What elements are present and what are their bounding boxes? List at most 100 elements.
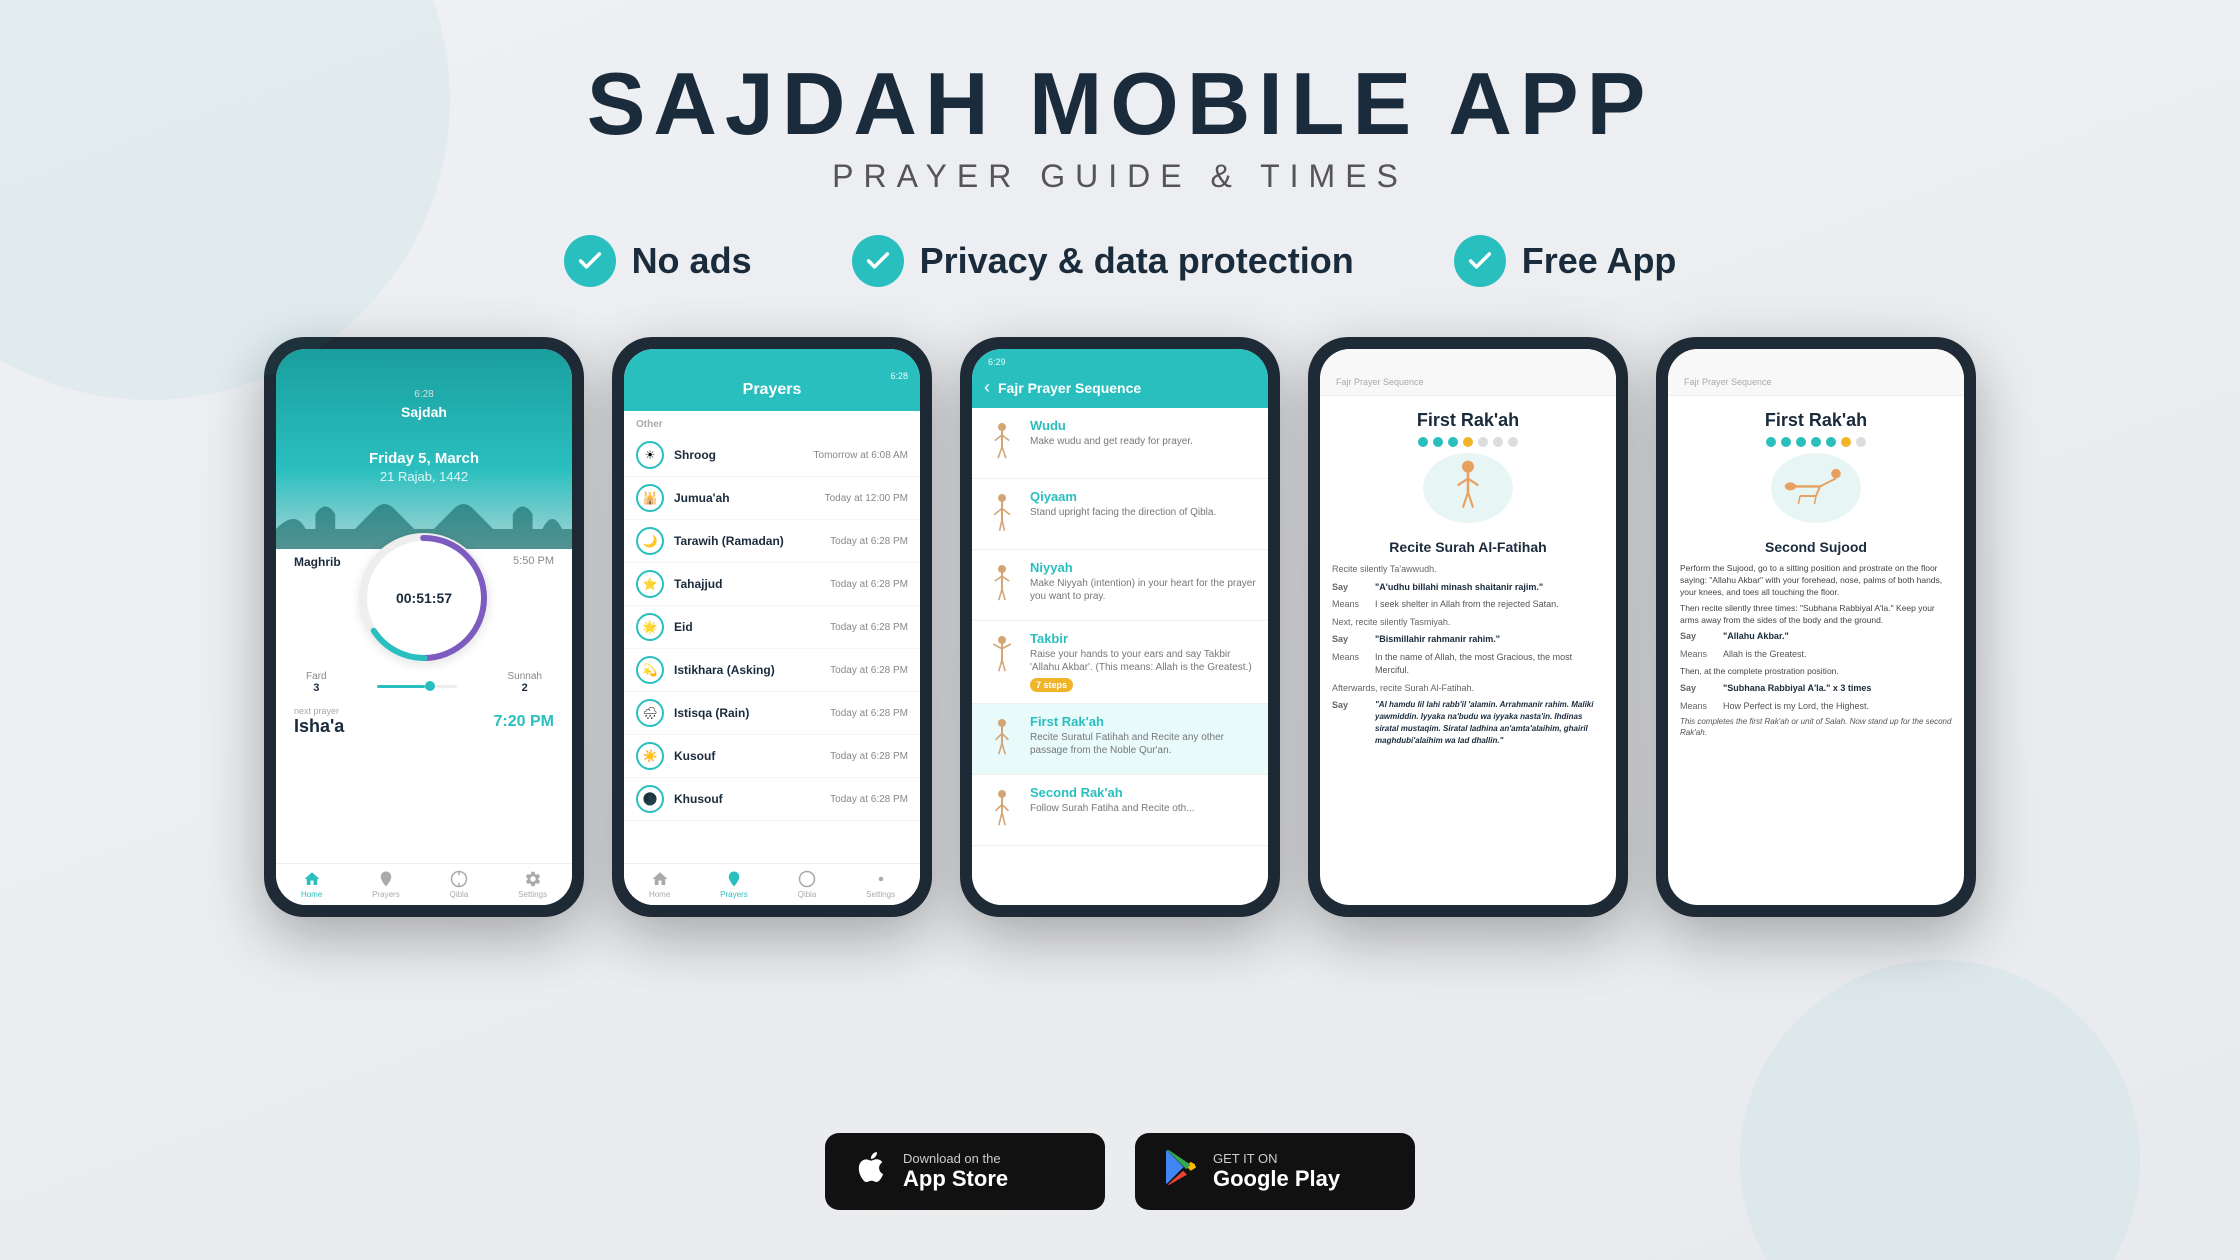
nav2-qibla[interactable]: Qibla [798,870,817,899]
next-prayer-label: next prayer [294,706,344,716]
phone2-header: 6:28 Prayers [624,349,920,411]
say-text-4-2: "Bismillahir rahmanir rahim." [1375,633,1500,647]
phone-4: Fajr Prayer Sequence First Rak'ah [1308,337,1628,917]
seq-item-niyyah[interactable]: Niyyah Make Niyyah (intention) in your h… [972,550,1268,621]
seq-item-takbir[interactable]: Takbir Raise your hands to your ears and… [972,621,1268,704]
seq-desc-first-rakah: Recite Suratul Fatihah and Recite any ot… [1030,731,1256,757]
seq-desc-takbir: Raise your hands to your ears and say Ta… [1030,648,1256,674]
say-label-4-2: Say [1332,633,1367,647]
phone1-status-time: 6:28 [276,389,572,400]
detail-block-4: Recite silently Ta'awwudh. Say "A'udhu b… [1320,563,1616,751]
sequence-list: Wudu Make wudu and get ready for prayer. [972,408,1268,905]
prayer-item-1[interactable]: 🕌 Jumua'ah Today at 12:00 PM [624,477,920,520]
prayer-name-6: Istisqa (Rain) [674,706,820,720]
seq-icon-niyyah [984,560,1020,610]
then2-5: Then, at the complete prostration positi… [1680,665,1952,678]
phone3-status-time: 6:29 [988,357,1006,367]
prayer-time-6: Today at 6:28 PM [830,708,908,719]
prayer-name-7: Kusouf [674,749,820,763]
seq-text-first-rakah: First Rak'ah Recite Suratul Fatihah and … [1030,714,1256,757]
phone3-back-icon[interactable]: ‹ [984,377,990,398]
means-label-5-2: Means [1680,700,1715,714]
phone1-header: 6:28 Sajdah Friday 5, March 21 Rajab, 14… [276,349,572,549]
prayer-item-0[interactable]: ☀ Shroog Tomorrow at 6:08 AM [624,434,920,477]
appstore-text: Download on the App Store [903,1151,1008,1192]
nav-settings-label: Settings [518,890,547,899]
nav2-settings[interactable]: Settings [866,870,895,899]
seq-name-qiyaam: Qiyaam [1030,489,1256,504]
phone3-header: 6:29 ‹ Fajr Prayer Sequence [972,349,1268,408]
phone5-content: Fajr Prayer Sequence First Rak'ah [1668,349,1964,905]
dot-7 [1508,437,1518,447]
feature-privacy: Privacy & data protection [852,235,1354,287]
app-subtitle: PRAYER GUIDE & TIMES [587,158,1654,195]
appstore-small: Download on the [903,1151,1008,1166]
prayer-item-7[interactable]: ☀️ Kusouf Today at 6:28 PM [624,735,920,778]
seq-icon-qiyaam [984,489,1020,539]
dot5-2 [1781,437,1791,447]
phone4-header: Fajr Prayer Sequence [1320,349,1616,396]
means-text-5-2: How Perfect is my Lord, the Highest. [1723,700,1869,714]
seq-text-qiyaam: Qiyaam Stand upright facing the directio… [1030,489,1256,519]
nav2-prayers[interactable]: Prayers [720,870,748,899]
prayer-item-4[interactable]: 🌟 Eid Today at 6:28 PM [624,606,920,649]
phone-1: 6:28 Sajdah Friday 5, March 21 Rajab, 14… [264,337,584,917]
phone1-prayer-label: Maghrib [294,555,341,569]
dot5-1 [1766,437,1776,447]
phone2-content: 6:28 Prayers Other ☀ Shroog Tomorrow at … [624,349,920,905]
apple-icon [853,1149,889,1194]
phone2-title: Prayers [624,381,920,399]
completion-5: This completes the first Rak'ah or unit … [1680,717,1952,738]
say-label-4-3: Say [1332,699,1367,713]
seq-item-first-rakah[interactable]: First Rak'ah Recite Suratul Fatihah and … [972,704,1268,775]
prayer-time-4: Today at 6:28 PM [830,622,908,633]
rakah-title-4: First Rak'ah [1330,410,1606,431]
rakah-figure-5 [1771,453,1861,523]
prayer-item-5[interactable]: 💫 Istikhara (Asking) Today at 6:28 PM [624,649,920,692]
nav-qibla[interactable]: Qibla [450,870,469,899]
seq-item-wudu[interactable]: Wudu Make wudu and get ready for prayer. [972,408,1268,479]
nav-home[interactable]: Home [301,870,322,899]
phone-2: 6:28 Prayers Other ☀ Shroog Tomorrow at … [612,337,932,917]
feature-text-2: Privacy & data protection [920,240,1354,282]
phone-5: Fajr Prayer Sequence First Rak'ah [1656,337,1976,917]
say-text-4-3: "Al hamdu lil lahi rabb'il 'alamin. Arra… [1375,699,1604,747]
seq-item-second-rakah[interactable]: Second Rak'ah Follow Surah Fatiha and Re… [972,775,1268,846]
seq-desc-second-rakah: Follow Surah Fatiha and Recite oth... [1030,802,1256,815]
prayer-name-4: Eid [674,620,820,634]
phone1-prayer-time-display: 5:50 PM [513,555,554,569]
phone5-header: Fajr Prayer Sequence [1668,349,1964,396]
seq-name-wudu: Wudu [1030,418,1256,433]
say-text-5-1: "Allahu Akbar." [1723,630,1789,644]
prayer-time-3: Today at 6:28 PM [830,579,908,590]
seq-name-second-rakah: Second Rak'ah [1030,785,1256,800]
dot5-7 [1856,437,1866,447]
prayer-item-8[interactable]: 🌑 Khusouf Today at 6:28 PM [624,778,920,821]
seq-desc-qiyaam: Stand upright facing the direction of Qi… [1030,506,1256,519]
nav-settings[interactable]: Settings [518,870,547,899]
prayer-name-1: Jumua'ah [674,491,815,505]
prayer-item-6[interactable]: 🌧 Istisqa (Rain) Today at 6:28 PM [624,692,920,735]
seq-item-qiyaam[interactable]: Qiyaam Stand upright facing the directio… [972,479,1268,550]
prayer-time-7: Today at 6:28 PM [830,751,908,762]
appstore-button[interactable]: Download on the App Store [825,1133,1105,1210]
detail-block-5: Perform the Sujood, go to a sitting posi… [1668,563,1964,738]
nav2-home[interactable]: Home [649,870,670,899]
nav-prayers[interactable]: Prayers [372,870,400,899]
phone-2-inner: 6:28 Prayers Other ☀ Shroog Tomorrow at … [624,349,920,905]
prayer-item-2[interactable]: 🌙 Tarawih (Ramadan) Today at 6:28 PM [624,520,920,563]
googleplay-button[interactable]: GET IT ON Google Play [1135,1133,1415,1210]
page-wrapper: SAJDAH MOBILE APP PRAYER GUIDE & TIMES N… [0,0,2240,1260]
say-label-4-1: Say [1332,581,1367,595]
download-row: Download on the App Store GET IT ON Goog… [825,1133,1415,1210]
phone5-seq-title: Fajr Prayer Sequence [1680,377,1952,387]
progress-dots-5 [1678,437,1954,447]
prayer-icon-2: 🌙 [636,527,664,555]
prayer-circle: 00:51:57 [359,533,489,663]
phone4-content: Fajr Prayer Sequence First Rak'ah [1320,349,1616,905]
means-label-5-1: Means [1680,648,1715,662]
step-title-5: Second Sujood [1668,539,1964,555]
prayer-icon-7: ☀️ [636,742,664,770]
feature-no-ads: No ads [564,235,752,287]
prayer-item-3[interactable]: ⭐ Tahajjud Today at 6:28 PM [624,563,920,606]
